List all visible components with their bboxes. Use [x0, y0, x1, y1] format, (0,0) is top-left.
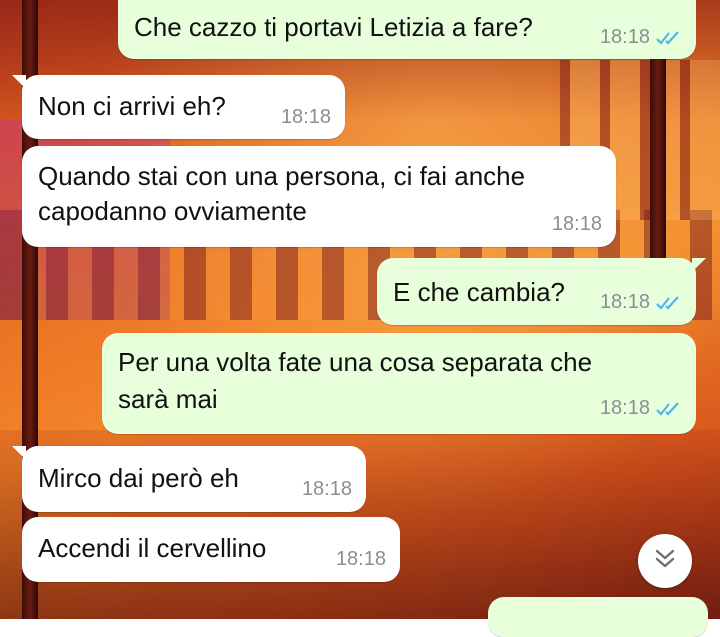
message-outgoing[interactable]: Per una volta fate una cosa separata che…	[102, 333, 696, 434]
message-time: 18:18	[280, 106, 331, 128]
message-text: Accendi il cervellino	[38, 533, 267, 563]
message-text: Non ci arrivi eh?	[38, 91, 226, 121]
message-text: Che cazzo ti portavi Letizia a fare?	[134, 12, 533, 42]
scroll-to-bottom-button[interactable]	[638, 534, 692, 588]
message-time: 18:18	[551, 213, 602, 235]
message-text-line-1: Per una volta fate una cosa separata che	[118, 347, 593, 377]
message-incoming[interactable]: Accendi il cervellino 18:18	[22, 517, 400, 582]
message-outgoing-partial[interactable]	[488, 597, 708, 637]
message-text-line-1: Quando stai con una persona, ci fai anch…	[38, 161, 526, 191]
message-text-line-2: sarà mai	[118, 384, 218, 414]
message-outgoing[interactable]: E che cambia? 18:18	[377, 258, 706, 325]
message-time: 18:18	[335, 548, 386, 570]
message-text-line-2: capodanno ovviamente	[38, 196, 307, 226]
double-chevron-down-icon	[653, 548, 677, 575]
message-incoming[interactable]: Mirco dai però eh 18:18	[12, 446, 366, 512]
double-check-read-icon	[656, 30, 682, 46]
message-outgoing[interactable]: Che cazzo ti portavi Letizia a fare? 18:…	[118, 0, 696, 59]
message-time: 18:18	[599, 26, 650, 48]
message-time: 18:18	[599, 291, 650, 313]
message-incoming[interactable]: Non ci arrivi eh? 18:18	[12, 75, 345, 139]
double-check-read-icon	[656, 295, 682, 311]
message-incoming[interactable]: Quando stai con una persona, ci fai anch…	[22, 146, 616, 247]
message-text: Mirco dai però eh	[38, 463, 239, 493]
message-time: 18:18	[301, 478, 352, 500]
double-check-read-icon	[656, 401, 682, 417]
message-text: E che cambia?	[393, 277, 565, 307]
message-time: 18:18	[599, 397, 650, 419]
